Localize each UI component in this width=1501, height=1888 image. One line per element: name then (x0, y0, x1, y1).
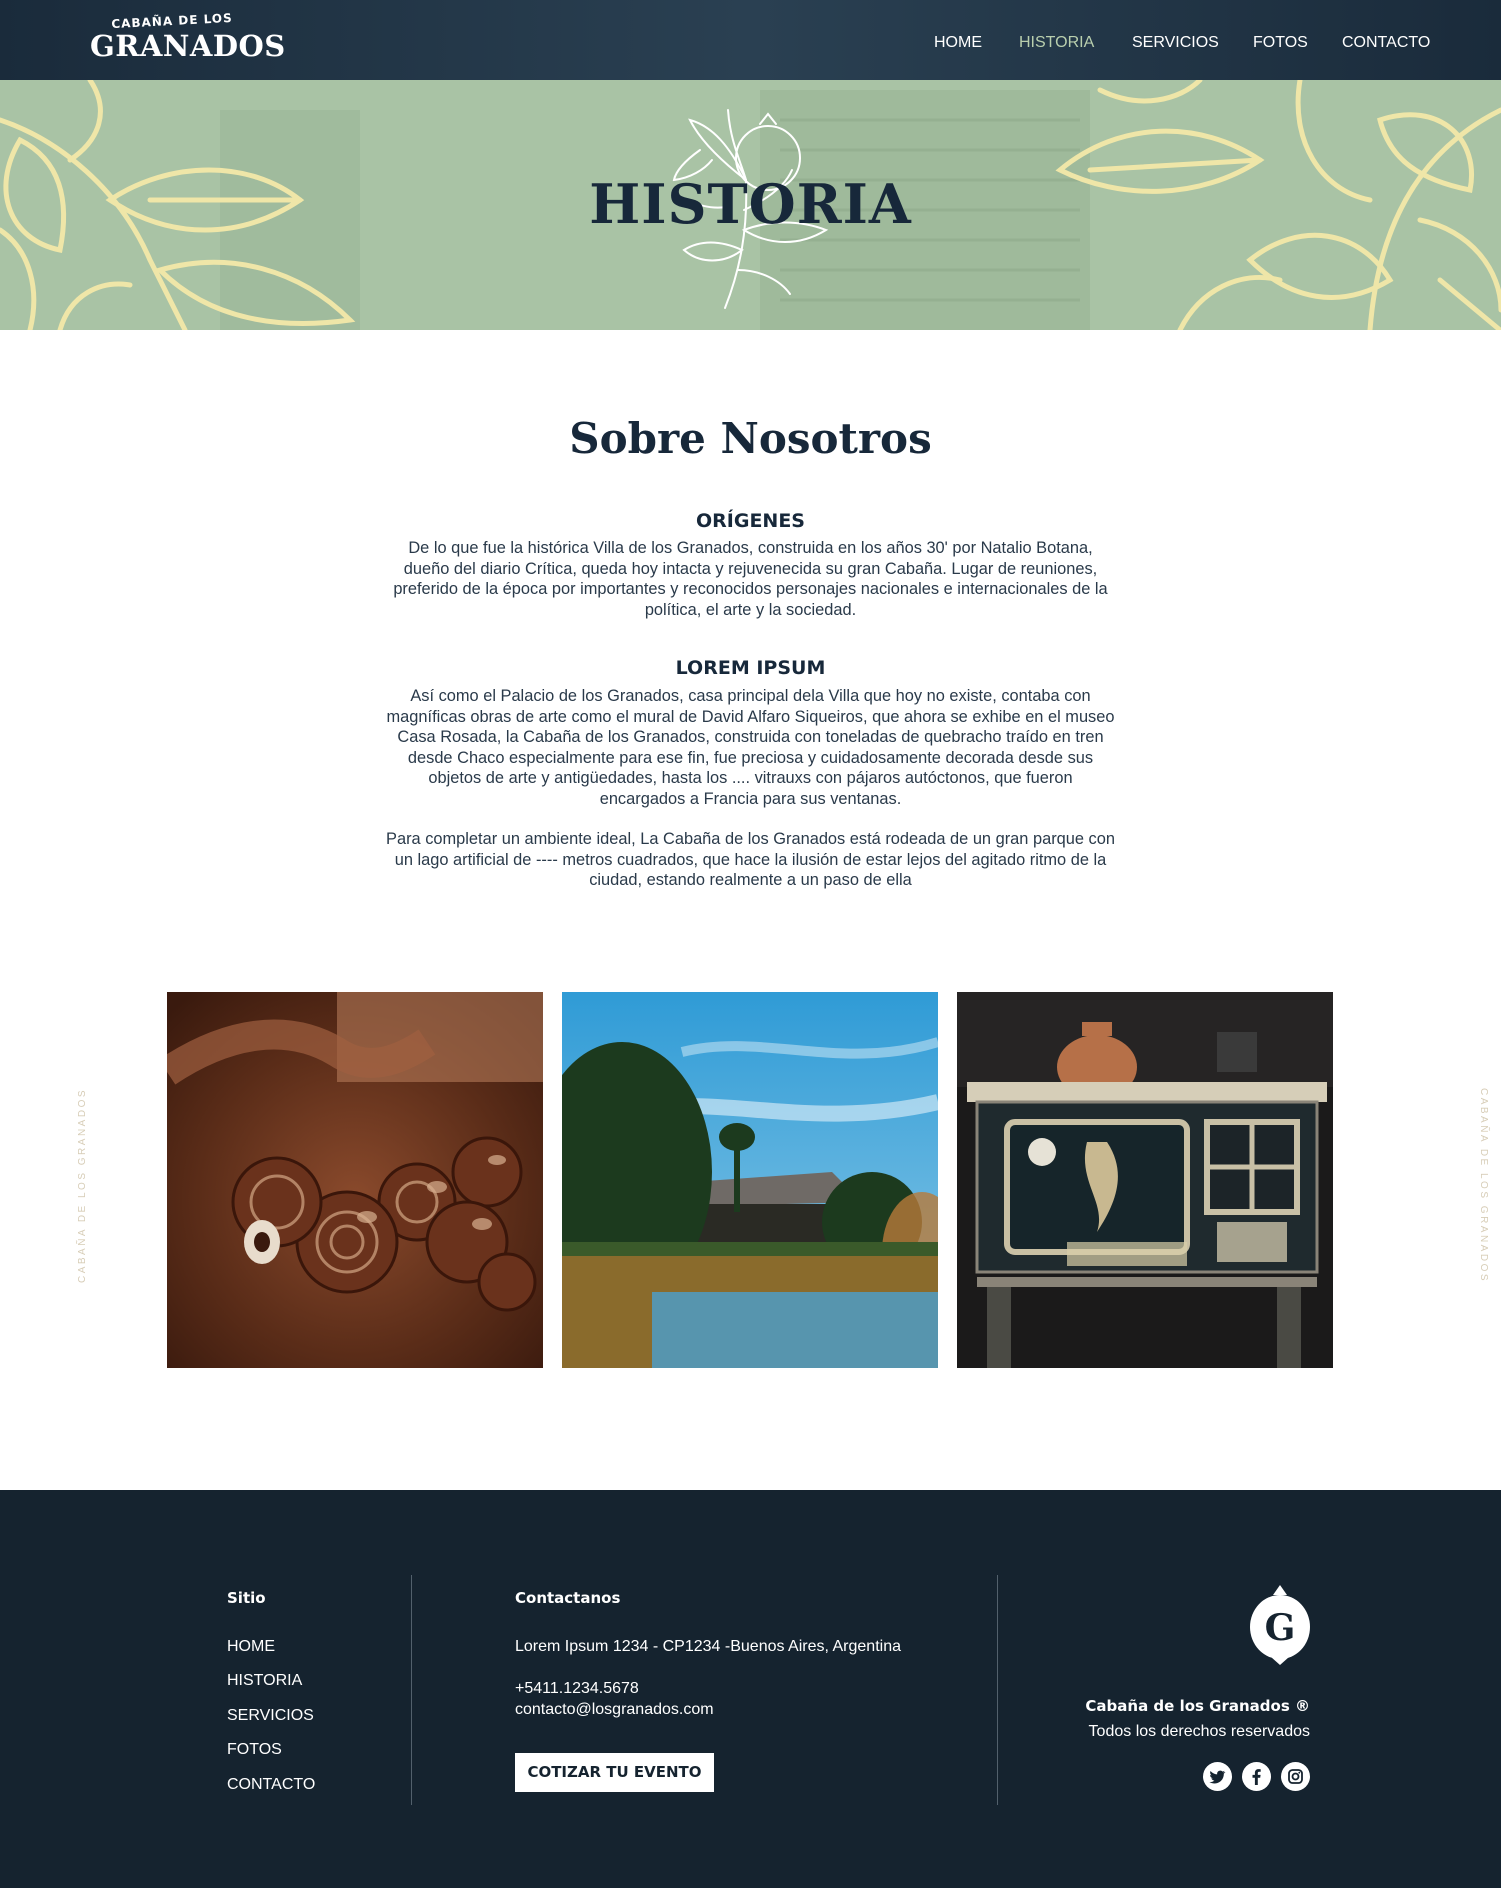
top-navbar: CABAÑA DE LOS GRANADOS HOME HISTORIA SER… (0, 0, 1501, 80)
park-line: un lago artificial de ---- metros cuadra… (394, 850, 1107, 869)
park-paragraph: Para completar un ambiente ideal, La Cab… (370, 829, 1131, 891)
origenes-line: De lo que fue la histórica Villa de los … (408, 539, 1093, 557)
hero-title: HISTORIA (589, 172, 912, 236)
photo-carved-dragon[interactable] (167, 992, 543, 1368)
footer-contact-title: Contactanos (515, 1589, 621, 1607)
nav-item-contacto[interactable]: CONTACTO (1342, 34, 1430, 52)
footer-divider-right (997, 1575, 998, 1805)
footer-link-historia[interactable]: HISTORIA (227, 1672, 302, 1690)
footer-logo-letter: G (1265, 1607, 1296, 1649)
photo-lake-cabin[interactable] (562, 992, 938, 1368)
lorem-line: encargados a Francia para sus ventanas. (599, 789, 902, 808)
lorem-line: Así como el Palacio de los Granados, cas… (410, 687, 1091, 705)
origenes-line: preferido de la época por importantes y … (393, 580, 1108, 599)
origenes-line: dueño del diario Crítica, queda hoy inta… (403, 559, 1098, 578)
origenes-line: política, el arte y la sociedad. (644, 600, 857, 619)
nav-item-fotos[interactable]: FOTOS (1253, 34, 1308, 52)
lorem-line: magníficas obras de arte como el mural d… (386, 707, 1115, 726)
footer-rights: Todos los derechos reservados (1088, 1723, 1310, 1740)
side-text-left: CABAÑA DE LOS GRANADOS (77, 1087, 89, 1284)
footer: Sitio HOME HISTORIA SERVICIOS FOTOS CONT… (0, 1490, 1501, 1888)
footer-link-contacto[interactable]: CONTACTO (227, 1776, 315, 1794)
footer-link-servicios[interactable]: SERVICIOS (227, 1707, 314, 1725)
photo-antique-stove[interactable] (957, 992, 1333, 1368)
lorem-ipsum-title: LOREM IPSUM (675, 657, 826, 679)
lorem-line: Casa Rosada, la Cabaña de los Granados, … (397, 728, 1104, 747)
nav-item-historia[interactable]: HISTORIA (1019, 34, 1094, 52)
site-logo[interactable]: CABAÑA DE LOS GRANADOS (90, 11, 286, 68)
footer-email[interactable]: contacto@losgranados.com (515, 1701, 714, 1719)
origenes-title: ORÍGENES (696, 510, 805, 532)
park-line: ciudad, estando realmente a un paso de e… (589, 871, 912, 890)
footer-phone[interactable]: +5411.1234.5678 (515, 1680, 639, 1698)
nav-item-servicios[interactable]: SERVICIOS (1132, 34, 1219, 52)
hero-banner: HISTORIA (0, 80, 1501, 330)
park-line: Para completar un ambiente ideal, La Cab… (386, 830, 1115, 848)
footer-brand-name: Cabaña de los Granados ® (1085, 1697, 1310, 1715)
logo-main-text: GRANADOS (90, 29, 286, 63)
footer-pomegranate-logo-icon: G (1250, 1585, 1310, 1665)
section-heading: Sobre Nosotros (569, 414, 932, 463)
twitter-icon[interactable] (1203, 1762, 1232, 1791)
cotizar-evento-button[interactable]: COTIZAR TU EVENTO (515, 1753, 714, 1792)
lorem-ipsum-paragraph: Así como el Palacio de los Granados, cas… (370, 686, 1131, 810)
side-text-right: CABAÑA DE LOS GRANADOS (1478, 1087, 1490, 1284)
origenes-paragraph: De lo que fue la histórica Villa de los … (370, 538, 1131, 620)
nav-item-home[interactable]: HOME (934, 34, 982, 52)
instagram-icon[interactable] (1281, 1762, 1310, 1791)
lorem-line: desde Chaco especialmente para ese fin, … (407, 748, 1094, 767)
footer-link-fotos[interactable]: FOTOS (227, 1741, 282, 1759)
facebook-icon[interactable] (1242, 1762, 1271, 1791)
footer-divider-left (411, 1575, 412, 1805)
footer-address: Lorem Ipsum 1234 - CP1234 -Buenos Aires,… (515, 1638, 901, 1655)
lorem-line: objetos de arte y antigüedades, hasta lo… (428, 769, 1073, 788)
footer-site-title: Sitio (227, 1589, 266, 1607)
footer-link-home[interactable]: HOME (227, 1638, 275, 1656)
